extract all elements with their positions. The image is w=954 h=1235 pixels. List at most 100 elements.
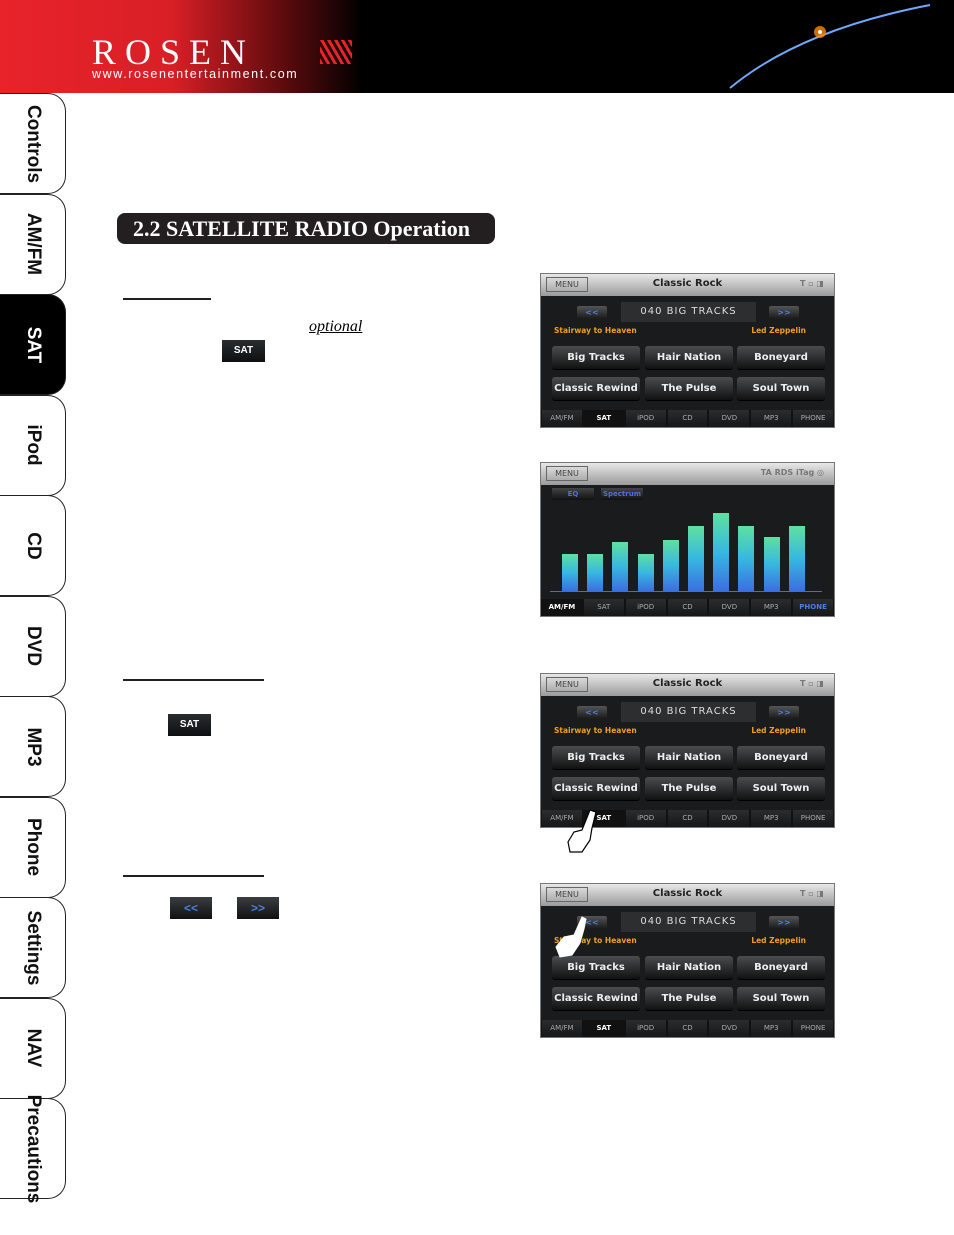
- song-title: Stairway to Heaven: [554, 726, 637, 735]
- subheading-rule: [123, 875, 264, 877]
- preset-button[interactable]: Soul Town: [737, 777, 825, 800]
- source-tab-cd[interactable]: CD: [667, 1020, 708, 1037]
- sidebar-tab-cd[interactable]: CD: [0, 495, 66, 596]
- spectrum-bar: [637, 554, 654, 591]
- sidebar-tab-label: Settings: [22, 910, 44, 985]
- status-icons: T ▫ ◨: [799, 279, 824, 288]
- eq-button[interactable]: EQ: [552, 488, 594, 500]
- preset-button[interactable]: Boneyard: [737, 746, 825, 769]
- sidebar-tab-ipod[interactable]: iPod: [0, 394, 66, 496]
- source-tab-cd[interactable]: CD: [667, 810, 708, 827]
- spectrum-bar: [587, 554, 604, 591]
- title-bar: MENU TA RDS iTag ◎: [541, 463, 834, 485]
- source-tab-phone[interactable]: PHONE: [793, 410, 834, 427]
- sidebar-tab-label: Phone: [22, 817, 44, 877]
- source-tab-sat[interactable]: SAT: [583, 1020, 624, 1037]
- preset-button[interactable]: Big Tracks: [552, 746, 640, 769]
- status-icons: TA RDS iTag ◎: [760, 468, 824, 477]
- channel-display: 040 BIG TRACKS: [621, 702, 756, 722]
- preset-button[interactable]: Classic Rewind: [552, 377, 640, 400]
- preset-button[interactable]: Soul Town: [737, 987, 825, 1010]
- source-tab-dvd[interactable]: DVD: [709, 599, 750, 616]
- prev-button-image: <<: [170, 897, 212, 919]
- source-tab-mp3[interactable]: MP3: [751, 599, 792, 616]
- artist-name: Led Zeppelin: [751, 326, 806, 335]
- source-tab-cd[interactable]: CD: [667, 599, 708, 616]
- preset-button[interactable]: The Pulse: [645, 377, 733, 400]
- spectrum-bar: [562, 554, 578, 591]
- sat-button-image: SAT: [168, 714, 211, 736]
- source-tab-ipod[interactable]: iPOD: [625, 410, 666, 427]
- source-tab-mp3[interactable]: MP3: [751, 410, 792, 427]
- spectrum-bar: [688, 526, 704, 591]
- preset-button[interactable]: Hair Nation: [645, 346, 733, 369]
- source-tab-cd[interactable]: CD: [667, 410, 708, 427]
- artist-name: Led Zeppelin: [751, 726, 806, 735]
- artist-name: Led Zeppelin: [751, 936, 806, 945]
- source-tab-mp3[interactable]: MP3: [751, 810, 792, 827]
- source-tab-phone[interactable]: PHONE: [793, 1020, 834, 1037]
- sidebar-tab-label: NAV: [22, 1028, 44, 1068]
- spectrum-bar: [662, 540, 679, 591]
- source-tab-mp3[interactable]: MP3: [751, 1020, 792, 1037]
- source-tab-ipod[interactable]: iPOD: [625, 599, 666, 616]
- source-tab-amfm[interactable]: AM/FM: [542, 410, 582, 427]
- sat-button-image: SAT: [222, 340, 265, 362]
- song-title: Stairway to Heaven: [554, 326, 637, 335]
- source-tab-amfm[interactable]: AM/FM: [542, 1020, 582, 1037]
- sidebar-tab-precautions[interactable]: Precautions: [0, 1094, 66, 1203]
- sidebar-tab-dvd[interactable]: DVD: [0, 595, 66, 697]
- source-tab-dvd[interactable]: DVD: [709, 410, 750, 427]
- preset-button[interactable]: The Pulse: [645, 777, 733, 800]
- status-icons: T ▫ ◨: [799, 889, 824, 898]
- sat-radio-screenshot: MENU Classic Rock T ▫ ◨ << 040 BIG TRACK…: [540, 273, 835, 428]
- sidebar-tab-settings[interactable]: Settings: [0, 897, 66, 998]
- spectrum-baseline: [550, 591, 822, 592]
- source-tab-dvd[interactable]: DVD: [709, 1020, 750, 1037]
- source-tab-dvd[interactable]: DVD: [709, 810, 750, 827]
- source-tab-ipod[interactable]: iPOD: [625, 810, 666, 827]
- sidebar-tab-phone[interactable]: Phone: [0, 796, 66, 898]
- sidebar-tab-label: iPod: [22, 424, 44, 466]
- preset-button[interactable]: Big Tracks: [552, 346, 640, 369]
- source-tab-sat[interactable]: SAT: [583, 599, 624, 616]
- preset-button[interactable]: Boneyard: [737, 956, 825, 979]
- logo-mark-icon: [320, 40, 352, 64]
- sidebar-tab-label: MP3: [22, 726, 44, 767]
- sidebar-tab-controls[interactable]: Controls: [0, 93, 66, 194]
- preset-button[interactable]: Hair Nation: [645, 746, 733, 769]
- preset-button[interactable]: Hair Nation: [645, 956, 733, 979]
- next-channel-button[interactable]: >>: [769, 706, 799, 719]
- menu-button[interactable]: MENU: [546, 466, 588, 481]
- source-tab-amfm[interactable]: AM/FM: [542, 599, 582, 616]
- source-tab-phone[interactable]: PHONE: [793, 810, 834, 827]
- header-banner: ROSEN www.rosenentertainment.com: [0, 0, 954, 93]
- prev-channel-button[interactable]: <<: [577, 706, 607, 719]
- preset-button[interactable]: Classic Rewind: [552, 987, 640, 1010]
- sidebar-tab-nav[interactable]: NAV: [0, 997, 66, 1099]
- spectrum-bar: [612, 542, 629, 591]
- preset-button[interactable]: Soul Town: [737, 377, 825, 400]
- section-title: 2.2 SATELLITE RADIO Operation: [117, 213, 495, 244]
- title-bar: MENU Classic Rock T ▫ ◨: [541, 274, 834, 296]
- sidebar-tab-amfm[interactable]: AM/FM: [0, 193, 66, 295]
- source-tabs: AM/FM SAT iPOD CD DVD MP3 PHONE: [541, 599, 834, 616]
- sidebar-tab-mp[interactable]: MP3: [0, 696, 66, 797]
- source-tab-ipod[interactable]: iPOD: [625, 1020, 666, 1037]
- preset-button[interactable]: Classic Rewind: [552, 777, 640, 800]
- station-category: Classic Rock: [652, 678, 723, 689]
- preset-button[interactable]: Boneyard: [737, 346, 825, 369]
- preset-button[interactable]: The Pulse: [645, 987, 733, 1010]
- earth-horizon-image: [729, 4, 931, 89]
- sidebar-tab-sat[interactable]: SAT: [0, 294, 66, 395]
- next-channel-button[interactable]: >>: [769, 306, 799, 319]
- sidebar-tab-label: CD: [22, 531, 44, 560]
- spectrum-button[interactable]: Spectrum: [601, 488, 643, 500]
- source-tab-phone[interactable]: PHONE: [793, 599, 834, 616]
- status-icons: T ▫ ◨: [799, 679, 824, 688]
- source-tab-sat[interactable]: SAT: [583, 410, 624, 427]
- next-channel-button[interactable]: >>: [769, 916, 799, 929]
- sidebar-tab-label: SAT: [22, 326, 44, 363]
- prev-channel-button[interactable]: <<: [577, 306, 607, 319]
- subheading-rule: [123, 679, 264, 681]
